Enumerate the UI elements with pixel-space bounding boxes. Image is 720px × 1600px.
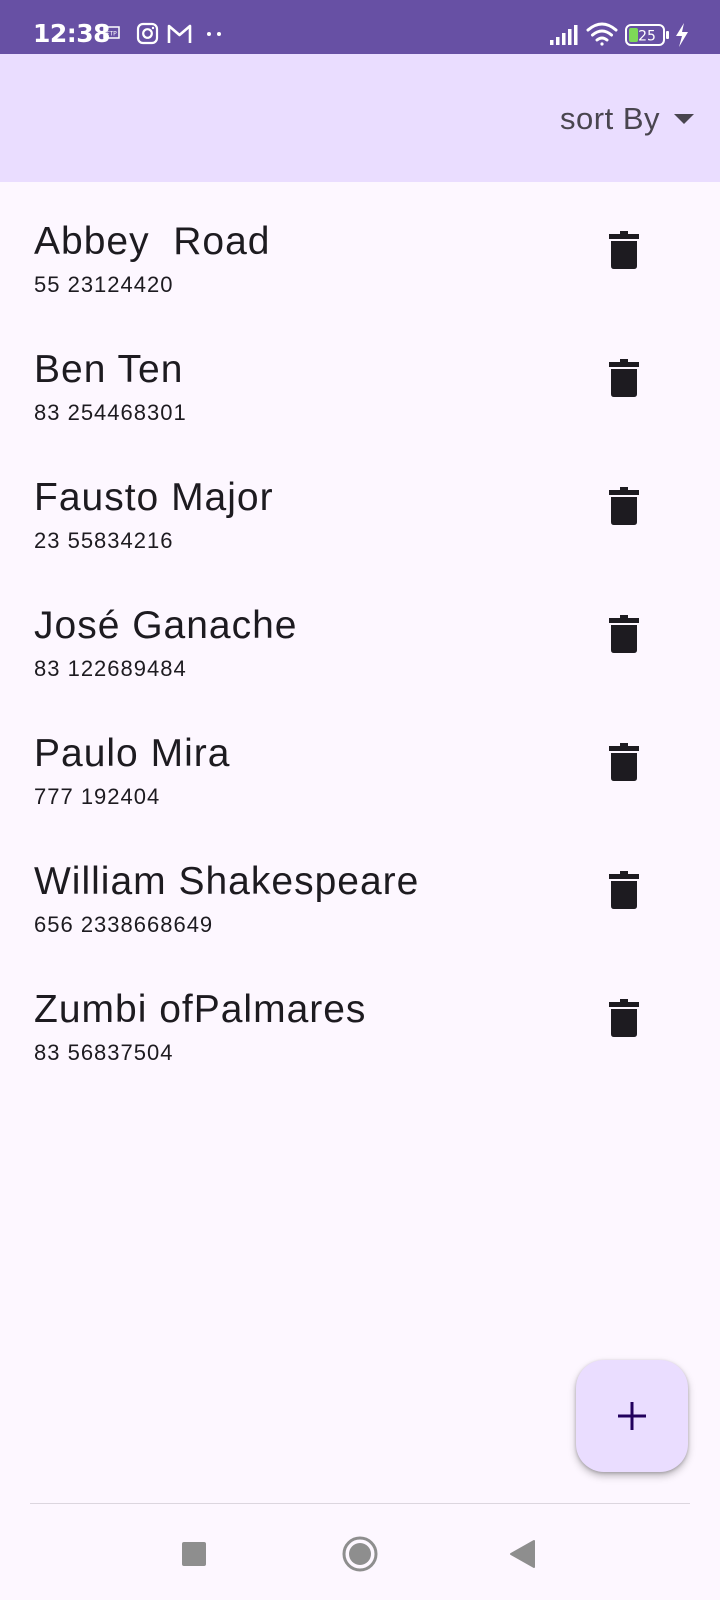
status-time: 12:38: [33, 19, 111, 48]
contact-phone: 23 55834216: [34, 528, 174, 553]
back-button[interactable]: [494, 1526, 550, 1582]
trash-icon: [609, 231, 639, 269]
gmail-icon: [167, 24, 192, 43]
contact-name: Ben Ten: [34, 348, 184, 391]
contact-name: Zumbi ofPalmares: [34, 988, 367, 1031]
contact-phone: 55 23124420: [34, 272, 174, 297]
delete-button[interactable]: [596, 734, 652, 790]
trash-icon: [609, 615, 639, 653]
trash-icon: [609, 743, 639, 781]
sort-by-dropdown[interactable]: sort By: [560, 97, 694, 141]
delete-button[interactable]: [596, 990, 652, 1046]
contact-list: Abbey Road 55 23124420 Ben Ten 83 254468…: [0, 182, 720, 1078]
contact-name: William Shakespeare: [34, 860, 420, 903]
status-bar: 12:38 FTP 25: [0, 0, 720, 54]
trash-icon: [609, 359, 639, 397]
contact-list-item[interactable]: Ben Ten 83 254468301: [0, 310, 720, 438]
delete-button[interactable]: [596, 222, 652, 278]
contact-phone: 777 192404: [34, 784, 161, 809]
contact-phone: 83 56837504: [34, 1040, 174, 1065]
wifi-icon: [586, 22, 618, 46]
ftp-icon: FTP: [103, 26, 120, 39]
contact-list-item[interactable]: José Ganache 83 122689484: [0, 566, 720, 694]
instagram-icon: [136, 22, 159, 45]
charging-icon: [676, 23, 688, 47]
contact-name: José Ganache: [34, 604, 298, 647]
home-button[interactable]: [332, 1526, 388, 1582]
delete-button[interactable]: [596, 350, 652, 406]
contact-name: Paulo Mira: [34, 732, 231, 775]
trash-icon: [609, 999, 639, 1037]
add-contact-button[interactable]: [576, 1360, 688, 1472]
contact-list-item[interactable]: Paulo Mira 777 192404: [0, 694, 720, 822]
delete-button[interactable]: [596, 606, 652, 662]
status-right-icons: 25: [550, 22, 688, 47]
battery-icon: 25: [625, 24, 669, 46]
delete-button[interactable]: [596, 478, 652, 534]
contact-name: Fausto Major: [34, 476, 274, 519]
square-icon: [182, 1542, 206, 1566]
more-dots-icon: [207, 32, 221, 36]
contact-name: Abbey Road: [34, 220, 271, 263]
contact-phone: 656 2338668649: [34, 912, 214, 937]
app-bar: sort By: [0, 54, 720, 182]
chevron-down-icon: [674, 114, 694, 124]
trash-icon: [609, 871, 639, 909]
trash-icon: [609, 487, 639, 525]
contact-phone: 83 254468301: [34, 400, 187, 425]
status-left-icons: FTP: [103, 22, 221, 45]
sort-by-label: sort By: [560, 101, 660, 136]
contact-list-item[interactable]: William Shakespeare 656 2338668649: [0, 822, 720, 950]
contact-phone: 83 122689484: [34, 656, 187, 681]
contact-list-item[interactable]: Abbey Road 55 23124420: [0, 182, 720, 310]
delete-button[interactable]: [596, 862, 652, 918]
home-circle-icon: [342, 1536, 378, 1572]
recents-button[interactable]: [166, 1526, 222, 1582]
system-nav-bar: [0, 1504, 720, 1600]
contact-list-item[interactable]: Zumbi ofPalmares 83 56837504: [0, 950, 720, 1078]
back-triangle-icon: [510, 1540, 535, 1568]
svg-text:FTP: FTP: [106, 31, 117, 38]
signal-icon: [550, 25, 578, 45]
battery-level: 25: [638, 29, 656, 45]
plus-icon: [618, 1402, 646, 1430]
contact-list-item[interactable]: Fausto Major 23 55834216: [0, 438, 720, 566]
